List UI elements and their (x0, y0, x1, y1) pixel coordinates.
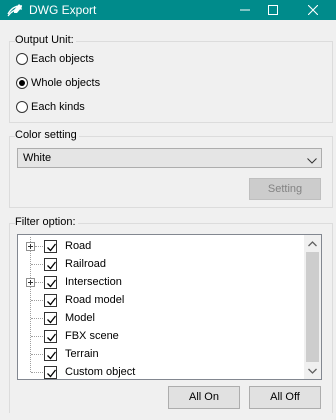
title-bar[interactable]: DWG Export (0, 0, 336, 20)
checkbox[interactable] (44, 276, 57, 289)
scroll-down-button[interactable] (304, 362, 321, 379)
all-off-button[interactable]: All Off (249, 386, 321, 409)
checkmark-icon (47, 243, 57, 252)
scroll-thumb[interactable] (306, 252, 319, 362)
maximize-icon (268, 5, 278, 15)
tree-item-label: Terrain (65, 348, 99, 360)
checkbox[interactable] (44, 348, 57, 361)
color-select[interactable]: White (17, 148, 322, 168)
checkbox[interactable] (44, 312, 57, 325)
chevron-down-icon (308, 368, 317, 374)
all-on-button[interactable]: All On (168, 386, 240, 409)
checkmark-icon (47, 261, 57, 270)
vertical-scrollbar[interactable] (304, 235, 321, 379)
tree-connector (31, 264, 43, 265)
filter-tree[interactable]: Road Railroad Intersection Road model Mo… (17, 234, 322, 380)
tree-connector (31, 300, 43, 301)
checkmark-icon (47, 333, 57, 342)
expand-plus-icon[interactable] (26, 242, 35, 251)
tree-connector (31, 372, 43, 373)
tree-item-railroad[interactable]: Railroad (18, 255, 304, 273)
radio-each-objects[interactable]: Each objects (16, 51, 94, 67)
radio-button[interactable] (16, 101, 28, 113)
tree-connector (35, 282, 43, 283)
chevron-up-icon (308, 240, 317, 246)
checkmark-icon (47, 351, 57, 360)
checkmark-icon (47, 279, 57, 288)
tree-item-intersection[interactable]: Intersection (18, 273, 304, 291)
checkmark-icon (47, 315, 57, 324)
tree-item-model[interactable]: Model (18, 309, 304, 327)
scroll-up-button[interactable] (304, 235, 321, 252)
radio-button[interactable] (16, 53, 28, 65)
color-select-value: White (23, 152, 52, 164)
window-title: DWG Export (29, 3, 97, 17)
close-icon (308, 5, 318, 15)
tree-item-road-model[interactable]: Road model (18, 291, 304, 309)
radio-whole-objects[interactable]: Whole objects (16, 75, 100, 91)
chevron-down-icon (307, 155, 317, 167)
tree-connector (31, 336, 43, 337)
color-setting-label: Color setting (15, 129, 79, 141)
expand-plus-icon[interactable] (26, 278, 35, 287)
tree-item-custom-object[interactable]: Custom object (18, 363, 304, 379)
tree-item-label: Model (65, 312, 95, 324)
radio-label: Each objects (31, 53, 94, 65)
radio-label: Each kinds (31, 101, 85, 113)
tree-item-road[interactable]: Road (18, 237, 304, 255)
radio-each-kinds[interactable]: Each kinds (16, 99, 85, 115)
radio-button[interactable] (16, 77, 28, 89)
tree-item-label: Intersection (65, 276, 122, 288)
checkbox[interactable] (44, 240, 57, 253)
pen-icon (6, 2, 24, 18)
output-unit-label: Output Unit: (15, 34, 76, 46)
setting-button[interactable]: Setting (249, 178, 321, 200)
tree-item-label: Road model (65, 294, 125, 306)
close-button[interactable] (290, 0, 336, 20)
tree-connector (35, 246, 43, 247)
tree-item-label: Road (65, 240, 92, 252)
checkmark-icon (47, 297, 57, 306)
tree-item-terrain[interactable]: Terrain (18, 345, 304, 363)
checkbox[interactable] (44, 258, 57, 271)
checkmark-icon (47, 369, 57, 378)
checkbox[interactable] (44, 366, 57, 379)
tree-item-label: Railroad (65, 258, 106, 270)
tree-item-label: FBX scene (65, 330, 119, 342)
tree-connector (31, 354, 43, 355)
filter-option-label: Filter option: (15, 216, 78, 228)
tree-item-label: Custom object (65, 366, 136, 378)
tree-item-fbx-scene[interactable]: FBX scene (18, 327, 304, 345)
radio-label: Whole objects (31, 77, 101, 89)
checkbox[interactable] (44, 294, 57, 307)
checkbox[interactable] (44, 330, 57, 343)
tree-connector (31, 318, 43, 319)
minimize-icon (240, 9, 250, 11)
